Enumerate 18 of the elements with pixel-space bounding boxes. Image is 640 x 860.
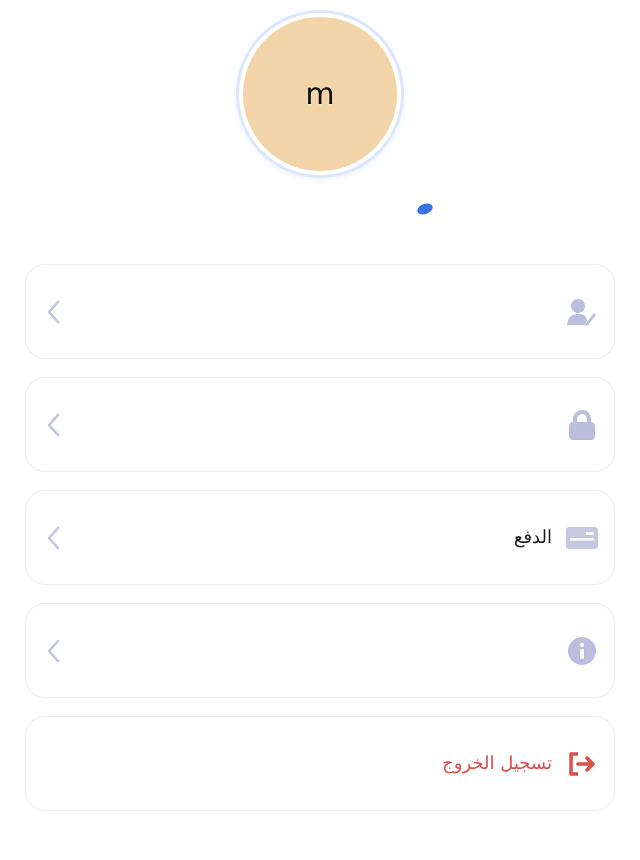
- chevron-icon: [46, 300, 60, 324]
- avatar: m: [239, 13, 401, 175]
- menu-item[interactable]: [25, 603, 615, 698]
- menu-label: الدفع: [514, 527, 552, 548]
- menu-item[interactable]: [25, 264, 615, 359]
- menu-label: تسجيل الخروج: [442, 753, 552, 774]
- chevron-icon: [46, 412, 60, 436]
- menu-item[interactable]: تسجيل الخروج: [25, 716, 615, 811]
- lock-icon: [568, 410, 596, 440]
- edit-icon[interactable]: [416, 203, 434, 215]
- info-icon: [568, 636, 596, 664]
- menu-item[interactable]: [25, 377, 615, 472]
- chevron-icon: [46, 526, 60, 550]
- menu-item[interactable]: الدفع: [25, 490, 615, 585]
- logout-icon: [568, 752, 596, 776]
- chevron-icon: [46, 638, 60, 662]
- user-edit-icon: [567, 298, 597, 326]
- card-icon: [566, 526, 598, 548]
